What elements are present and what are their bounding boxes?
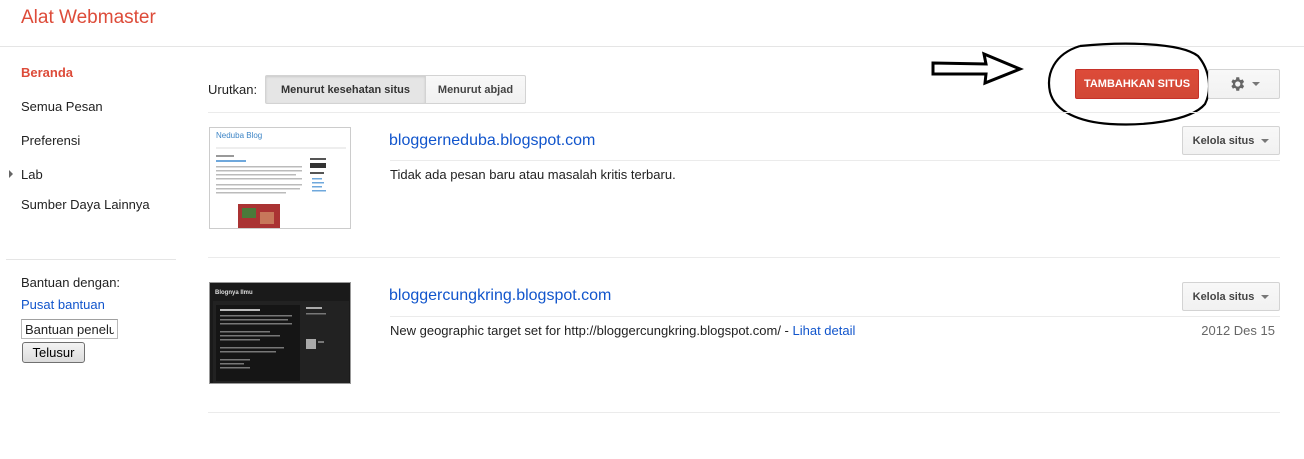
manage-site-label: Kelola situs	[1192, 134, 1255, 147]
chevron-down-icon	[1252, 82, 1260, 86]
site-message: Tidak ada pesan baru atau masalah kritis…	[390, 167, 676, 182]
expand-arrow-icon[interactable]	[9, 170, 13, 178]
row-divider	[208, 257, 1280, 258]
sidebar-item-semua-pesan[interactable]: Semua Pesan	[21, 99, 103, 114]
site-thumbnail[interactable]: Neduba Blog	[209, 127, 351, 229]
help-search-button[interactable]: Telusur	[22, 342, 85, 363]
site-url-link[interactable]: bloggercungkring.blogspot.com	[389, 287, 611, 305]
site-url-link[interactable]: bloggerneduba.blogspot.com	[389, 132, 595, 150]
gear-icon	[1231, 77, 1245, 91]
app-title: Alat Webmaster	[21, 7, 156, 28]
settings-button[interactable]	[1208, 69, 1280, 99]
site-header-divider	[390, 160, 1280, 161]
row-divider	[208, 412, 1280, 413]
sidebar-item-beranda[interactable]: Beranda	[21, 65, 73, 80]
help-label: Bantuan dengan:	[21, 275, 121, 290]
manage-site-button[interactable]: Kelola situs	[1182, 126, 1280, 155]
sort-label: Urutkan:	[208, 82, 258, 97]
sidebar-item-lab[interactable]: Lab	[21, 167, 43, 182]
message-date: 2012 Des 15	[1201, 323, 1275, 338]
help-search-input[interactable]	[21, 319, 118, 339]
sidebar-item-preferensi[interactable]: Preferensi	[21, 133, 80, 148]
site-header-divider	[390, 316, 1280, 317]
chevron-down-icon	[1261, 138, 1270, 143]
hand-drawn-circle	[1048, 42, 1211, 126]
sort-alphabetical-button[interactable]: Menurut abjad	[425, 75, 526, 104]
thumbnail-preview	[213, 301, 349, 383]
help-center-link[interactable]: Pusat bantuan	[21, 297, 105, 312]
manage-site-button[interactable]: Kelola situs	[1182, 282, 1280, 311]
hand-drawn-arrow	[931, 51, 1024, 86]
toolbar-divider	[208, 112, 1280, 113]
thumbnail-preview	[216, 147, 346, 228]
site-thumbnail[interactable]: Blognya Ilmu	[209, 282, 351, 384]
site-message-text: New geographic target set for http://blo…	[390, 323, 793, 338]
site-message: New geographic target set for http://blo…	[390, 323, 855, 338]
sidebar-item-sumber-daya[interactable]: Sumber Daya Lainnya	[21, 197, 150, 212]
sort-by-health-button[interactable]: Menurut kesehatan situs	[265, 75, 426, 104]
view-details-link[interactable]: Lihat detail	[793, 323, 856, 338]
chevron-down-icon	[1261, 294, 1270, 299]
manage-site-label: Kelola situs	[1192, 290, 1255, 303]
sidebar-divider	[6, 259, 176, 260]
